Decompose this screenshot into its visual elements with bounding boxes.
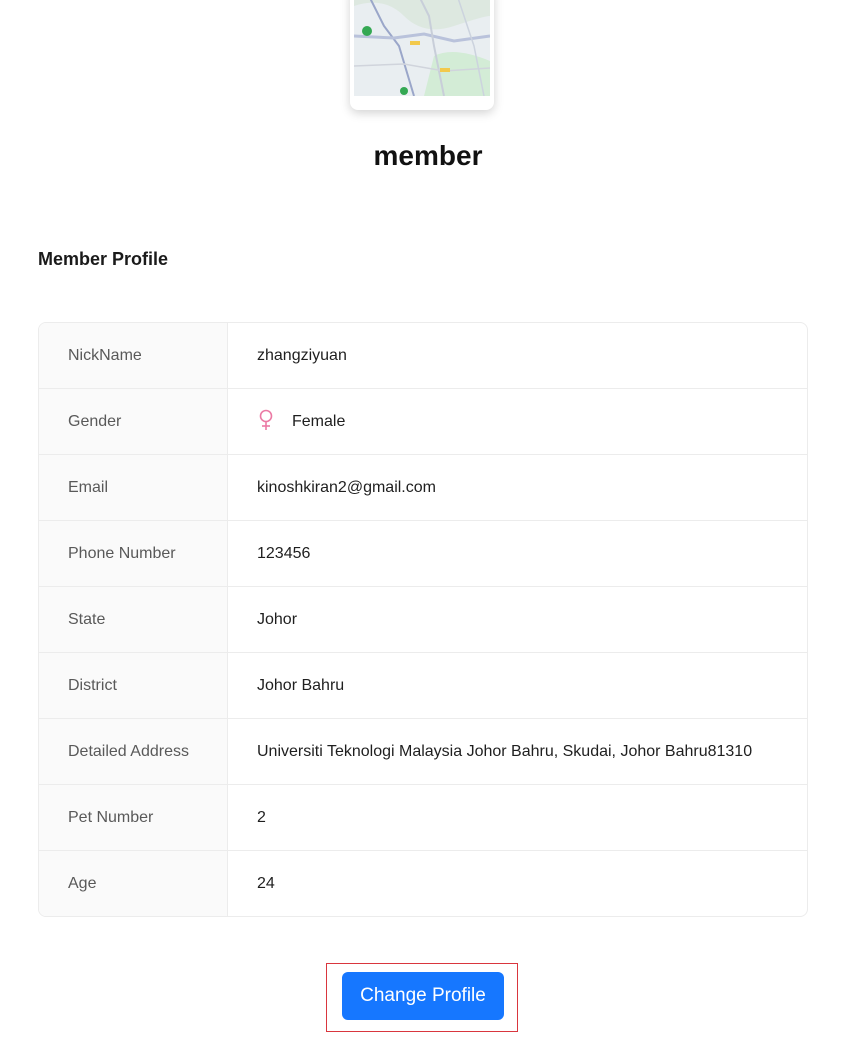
row-label: State	[39, 587, 228, 652]
profile-row-gender: Gender Female	[39, 389, 807, 455]
row-value: Johor Bahru	[257, 676, 345, 694]
row-label: District	[39, 653, 228, 718]
row-value: 24	[257, 874, 275, 892]
section-title: Member Profile	[38, 249, 169, 269]
female-icon	[257, 409, 275, 431]
gender-value: Female	[292, 412, 346, 430]
change-profile-button[interactable]: Change Profile	[342, 972, 504, 1020]
row-value: Universiti Teknologi Malaysia Johor Bahr…	[257, 742, 753, 760]
row-value: zhangziyuan	[257, 346, 347, 364]
row-value-gender: Female	[228, 389, 807, 454]
avatar	[350, 0, 494, 110]
profile-row-district: District Johor Bahru	[39, 653, 807, 719]
row-value: 2	[257, 808, 266, 826]
member-name: member	[373, 140, 483, 171]
row-label: Age	[39, 851, 228, 916]
row-label: Detailed Address	[39, 719, 228, 784]
profile-row-pet-number: Pet Number 2	[39, 785, 807, 851]
row-value: kinoshkiran2@gmail.com	[257, 478, 436, 496]
profile-row-email: Email kinoshkiran2@gmail.com	[39, 455, 807, 521]
row-value: Johor	[257, 610, 298, 628]
profile-page: member Member Profile NickName zhangziyu…	[0, 0, 856, 1060]
profile-row-phone: Phone Number 123456	[39, 521, 807, 587]
profile-row-nickname: NickName zhangziyuan	[39, 323, 807, 389]
profile-row-state: State Johor	[39, 587, 807, 653]
profile-table: NickName zhangziyuan Gender Female Email…	[38, 322, 808, 917]
row-label: Email	[39, 455, 228, 520]
profile-row-age: Age 24	[39, 851, 807, 916]
row-label: NickName	[39, 323, 228, 388]
profile-row-address: Detailed Address Universiti Teknologi Ma…	[39, 719, 807, 785]
row-label: Pet Number	[39, 785, 228, 850]
row-value: 123456	[257, 544, 311, 562]
map-thumbnail-image	[354, 0, 490, 96]
row-label: Gender	[39, 389, 228, 454]
row-label: Phone Number	[39, 521, 228, 586]
